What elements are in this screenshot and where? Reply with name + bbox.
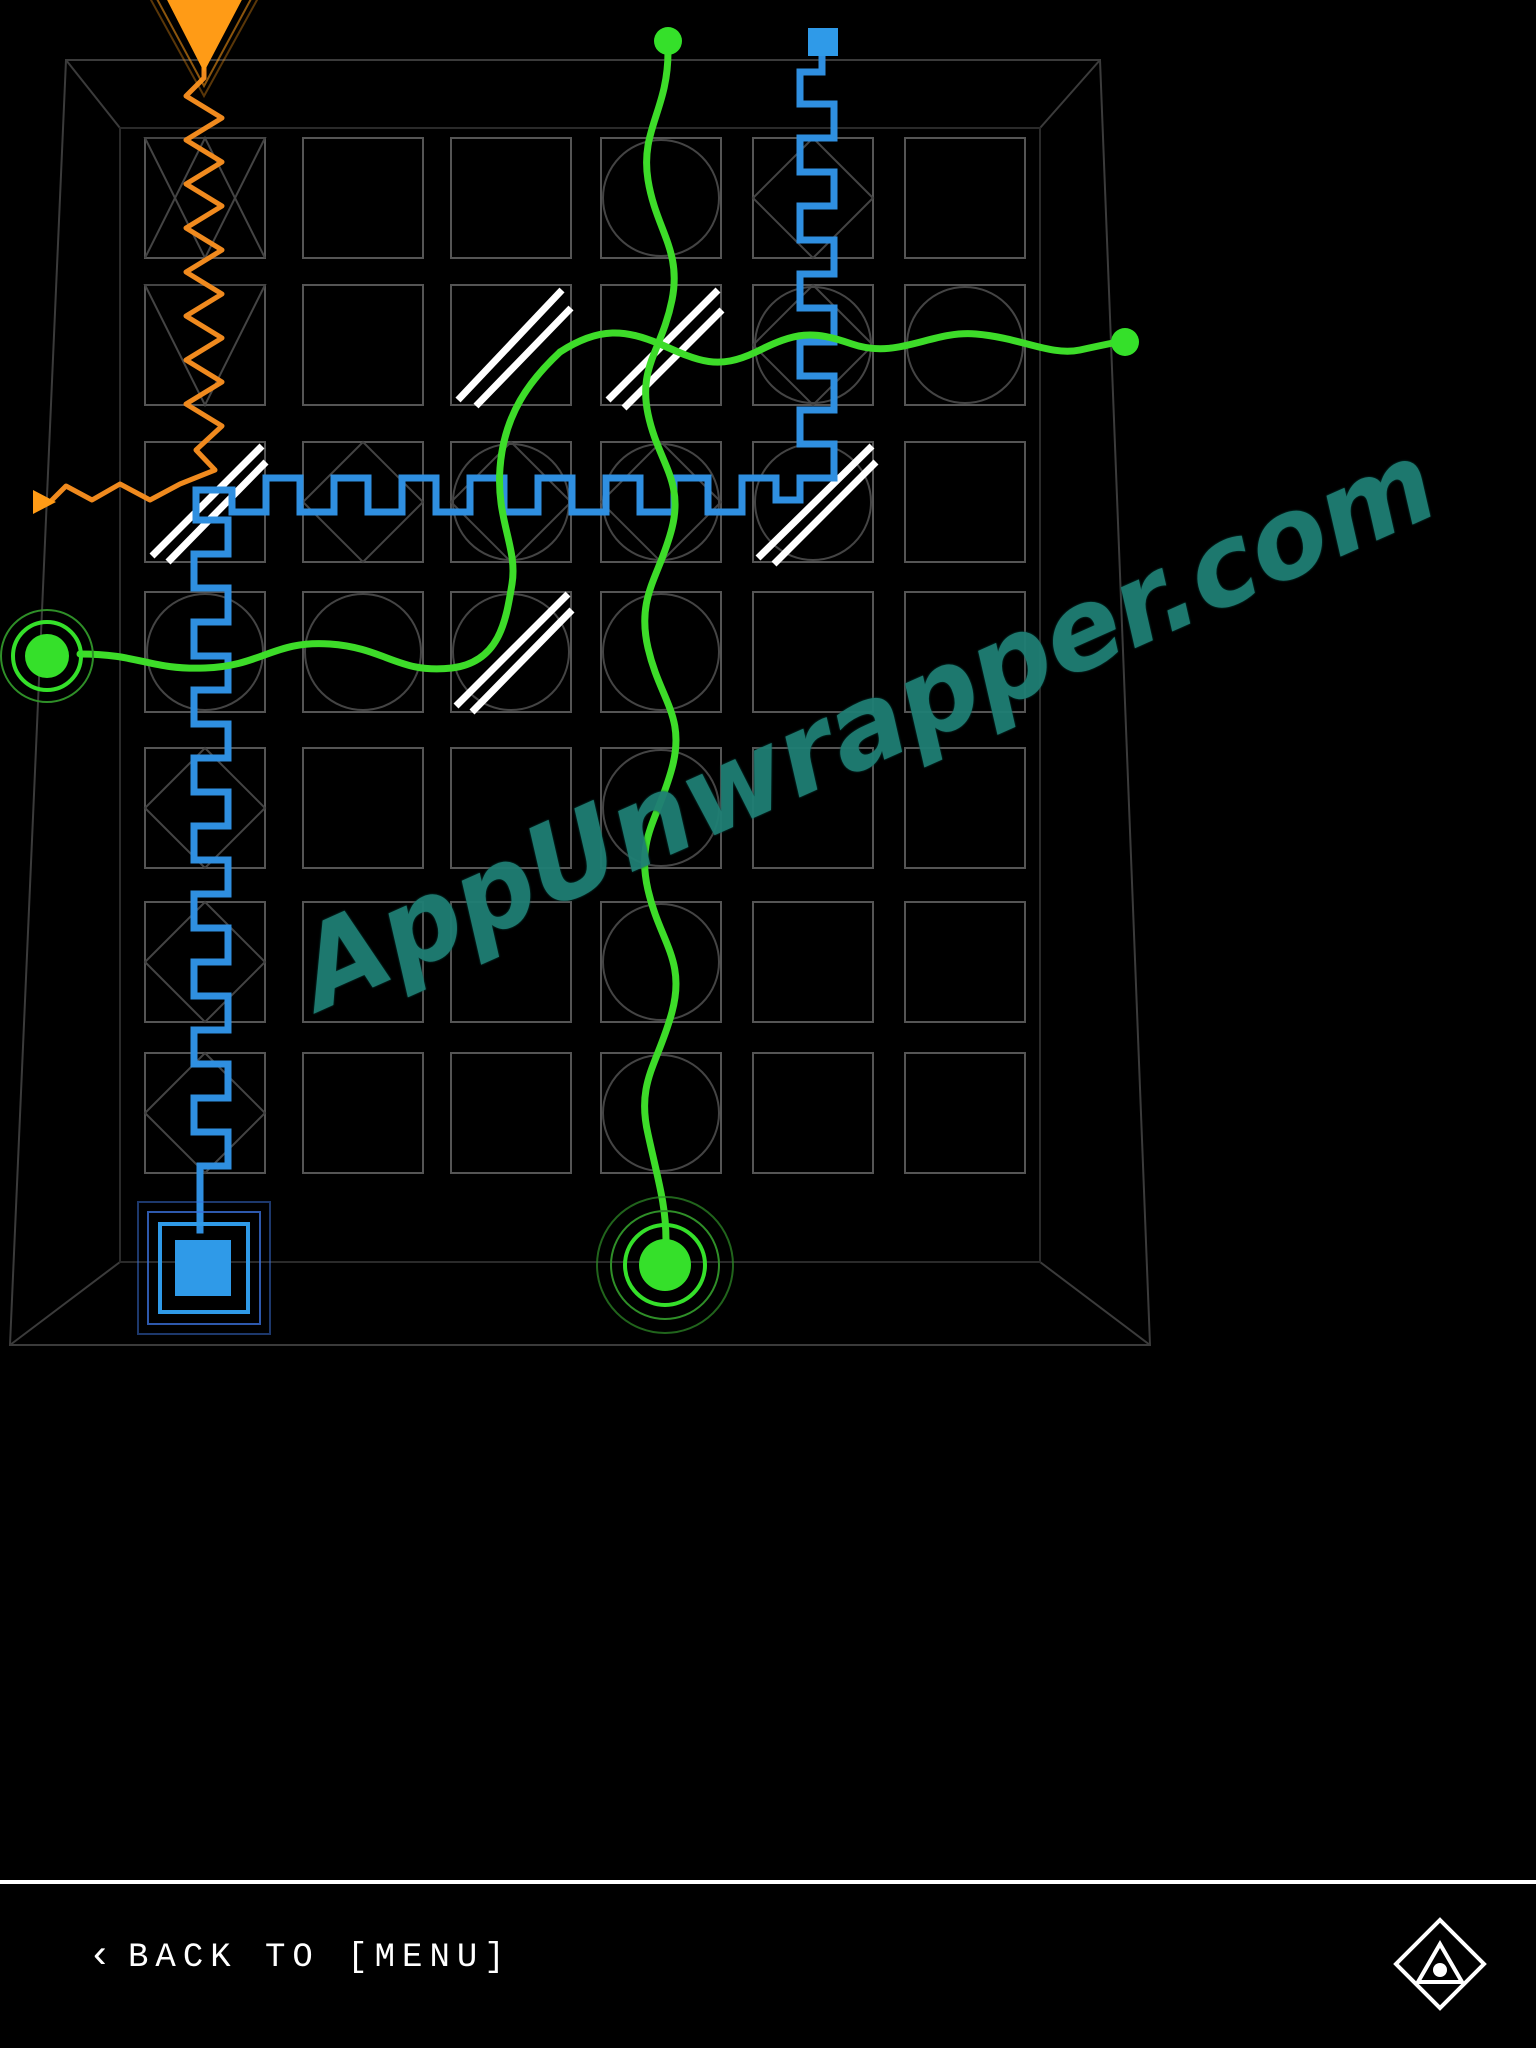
orange-endpoint-arrow[interactable] <box>33 490 56 514</box>
blue-endpoint-square[interactable] <box>808 28 838 56</box>
blue-target-node[interactable] <box>137 1201 271 1335</box>
green-wire-horizontal-upper[interactable] <box>556 329 1122 366</box>
game-screen: AppUnwrapper.com ‹ BACK TO [MENU] <box>0 0 1536 2048</box>
orange-wire[interactable] <box>49 57 225 503</box>
diamond-triangle-icon <box>1393 1917 1487 2011</box>
grid-cells <box>144 137 1026 1174</box>
back-chevron-icon: ‹ <box>88 1935 113 1980</box>
green-source-node-left[interactable] <box>0 609 94 703</box>
board-frame <box>8 59 1152 1346</box>
wall-segments <box>149 287 879 715</box>
footer-bar: ‹ BACK TO [MENU] <box>0 1880 1536 2048</box>
green-endpoint-top[interactable] <box>654 27 682 55</box>
footer-divider <box>0 1880 1536 1884</box>
cell-decorations <box>143 135 1024 1175</box>
orange-source-triangle[interactable] <box>140 0 268 99</box>
green-wire-vertical[interactable] <box>641 48 680 1244</box>
puzzle-board[interactable]: AppUnwrapper.com <box>0 0 1536 1880</box>
board-svg <box>0 0 1152 1346</box>
back-to-menu-label: BACK TO [MENU] <box>128 1939 512 1977</box>
back-to-menu-button[interactable]: ‹ BACK TO [MENU] <box>88 1938 512 1978</box>
green-endpoint-right[interactable] <box>1111 328 1139 356</box>
menu-diamond-button[interactable] <box>1392 1916 1488 2012</box>
